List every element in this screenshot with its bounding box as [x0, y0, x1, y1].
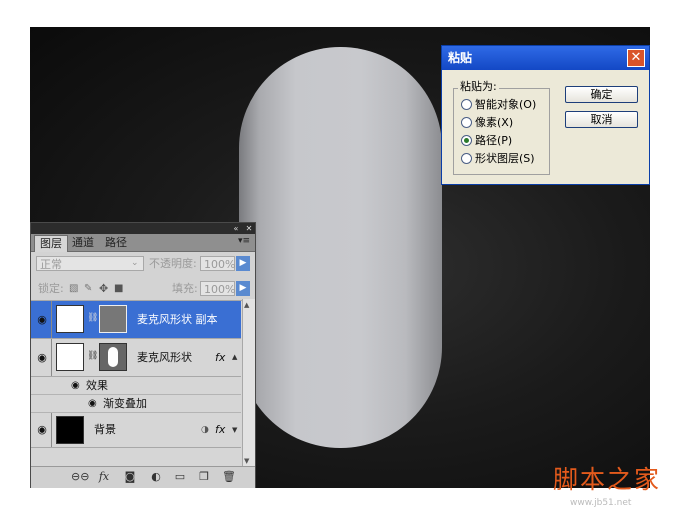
lock-all-icon[interactable]: ■ — [114, 281, 123, 296]
layer-name[interactable]: 背景 — [94, 413, 116, 447]
link-icon[interactable]: ⊖⊖ — [71, 470, 89, 484]
folder-icon[interactable]: ▭ — [173, 470, 187, 484]
chevron-down-icon: ⌄ — [131, 258, 139, 268]
chain-link-icon[interactable]: ⛓ — [87, 351, 98, 361]
lock-label: 锁定: — [38, 282, 64, 295]
radio-label: 形状图层(S) — [475, 152, 535, 165]
radio-label: 像素(X) — [475, 116, 514, 129]
eye-icon[interactable]: ◉ — [34, 413, 50, 447]
vector-mask-thumbnail[interactable] — [99, 343, 127, 371]
layer-fill-thumbnail[interactable] — [56, 305, 84, 333]
lock-transparency-icon[interactable]: ▧ — [69, 281, 78, 296]
fill-label: 填充: — [172, 282, 198, 295]
paste-dialog: 粘贴 ✕ 粘贴为: 智能对象(O) 像素(X) 路径(P) 形状图层(S) 确定… — [441, 45, 650, 185]
ok-button[interactable]: 确定 — [565, 86, 638, 103]
cancel-button[interactable]: 取消 — [565, 111, 638, 128]
panel-tabs: 图层 通道 路径 ▾≡ — [31, 234, 255, 252]
fill-field[interactable]: 100% — [200, 281, 235, 296]
trash-icon[interactable]: 🗑 — [222, 470, 236, 484]
radio-label: 路径(P) — [475, 134, 513, 147]
layer-name[interactable]: 麦克风形状 副本 — [137, 301, 218, 338]
layer-thumbnail[interactable] — [56, 416, 84, 444]
close-button[interactable]: ✕ — [627, 49, 645, 67]
radio-icon[interactable] — [461, 153, 472, 164]
blend-mode-select[interactable]: 正常 — [36, 256, 144, 271]
fx-icon[interactable]: fx — [215, 339, 225, 376]
radio-icon[interactable] — [461, 117, 472, 128]
radio-icon[interactable] — [461, 99, 472, 110]
eye-icon[interactable]: ◉ — [34, 301, 50, 338]
lock-brush-icon[interactable]: ✎ — [84, 281, 92, 296]
scroll-down-icon[interactable]: ▼ — [244, 457, 249, 465]
layers-panel: « ✕ 图层 通道 路径 ▾≡ 正常 ⌄ 不透明度: 100% ▶ 锁定: ▧ … — [30, 222, 256, 488]
divider — [51, 301, 52, 338]
layer-row-background[interactable]: ◉ 背景 ◑ fx ▼ — [31, 413, 241, 448]
opacity-label: 不透明度: — [149, 257, 197, 270]
group-label: 粘贴为: — [458, 80, 499, 94]
radio-shape-layer[interactable]: 形状图层(S) — [461, 151, 621, 167]
tab-layers[interactable]: 图层 — [34, 235, 68, 252]
dialog-title-bar[interactable]: 粘贴 ✕ — [442, 46, 649, 70]
effects-row[interactable]: ◉ 效果 — [31, 377, 241, 395]
watermark-logo: 脚本之家 — [553, 465, 662, 494]
adjustment-icon[interactable]: ◐ — [149, 470, 163, 484]
fill-arrow-button[interactable]: ▶ — [236, 281, 250, 296]
lock-move-icon[interactable]: ✥ — [99, 281, 108, 296]
opacity-arrow-button[interactable]: ▶ — [236, 256, 250, 271]
layer-row-microphone[interactable]: ◉ ⛓ 麦克风形状 fx ▲ — [31, 339, 241, 377]
eye-icon[interactable]: ◉ — [88, 395, 97, 412]
close-icon[interactable]: ✕ — [244, 223, 254, 234]
divider — [51, 339, 52, 376]
gradient-overlay-label: 渐变叠加 — [103, 397, 147, 410]
layer-row-microphone-copy[interactable]: ◉ ⛓ 麦克风形状 副本 — [31, 301, 241, 339]
radio-label: 智能对象(O) — [475, 98, 537, 111]
layers-bottom-bar: ⊖⊖ fx ◙ ◐ ▭ ❐ 🗑 — [31, 466, 255, 488]
eye-icon[interactable]: ◉ — [34, 339, 50, 376]
tab-channels[interactable]: 通道 — [68, 235, 98, 251]
effects-label: 效果 — [86, 379, 108, 392]
radio-path[interactable]: 路径(P) — [461, 133, 621, 149]
blend-row: 正常 ⌄ 不透明度: 100% ▶ — [31, 252, 255, 277]
mask-icon[interactable]: ◙ — [123, 470, 137, 484]
new-layer-icon[interactable]: ❐ — [197, 470, 211, 484]
panel-title-bar: « ✕ — [31, 223, 255, 234]
panel-menu-icon[interactable]: ▾≡ — [238, 236, 250, 246]
scroll-up-icon[interactable]: ▲ — [244, 301, 249, 309]
dialog-title: 粘贴 — [448, 51, 473, 65]
layer-style-icon: ◑ — [201, 425, 209, 435]
eye-icon[interactable]: ◉ — [71, 377, 80, 394]
microphone-shape — [239, 47, 442, 448]
tab-paths[interactable]: 路径 — [101, 235, 131, 251]
fx-icon[interactable]: fx — [215, 413, 225, 447]
layer-name[interactable]: 麦克风形状 — [137, 339, 192, 376]
gradient-overlay-row[interactable]: ◉ 渐变叠加 — [31, 395, 241, 413]
expand-triangle-icon[interactable]: ▼ — [232, 413, 237, 447]
lock-row: 锁定: ▧ ✎ ✥ ■ 填充: 100% ▶ — [31, 276, 255, 301]
opacity-field[interactable]: 100% — [200, 256, 235, 271]
chain-link-icon[interactable]: ⛓ — [87, 313, 98, 323]
watermark-url: www.jb51.net — [570, 498, 632, 508]
collapse-icon[interactable]: « — [231, 223, 241, 234]
vector-mask-thumbnail[interactable] — [99, 305, 127, 333]
mask-shape — [108, 347, 118, 367]
radio-icon[interactable] — [461, 135, 472, 146]
divider — [51, 413, 52, 447]
layers-scrollbar[interactable]: ▲ ▼ — [242, 299, 255, 471]
layer-fill-thumbnail[interactable] — [56, 343, 84, 371]
expand-triangle-icon[interactable]: ▲ — [232, 339, 237, 376]
fx-icon[interactable]: fx — [97, 470, 111, 484]
